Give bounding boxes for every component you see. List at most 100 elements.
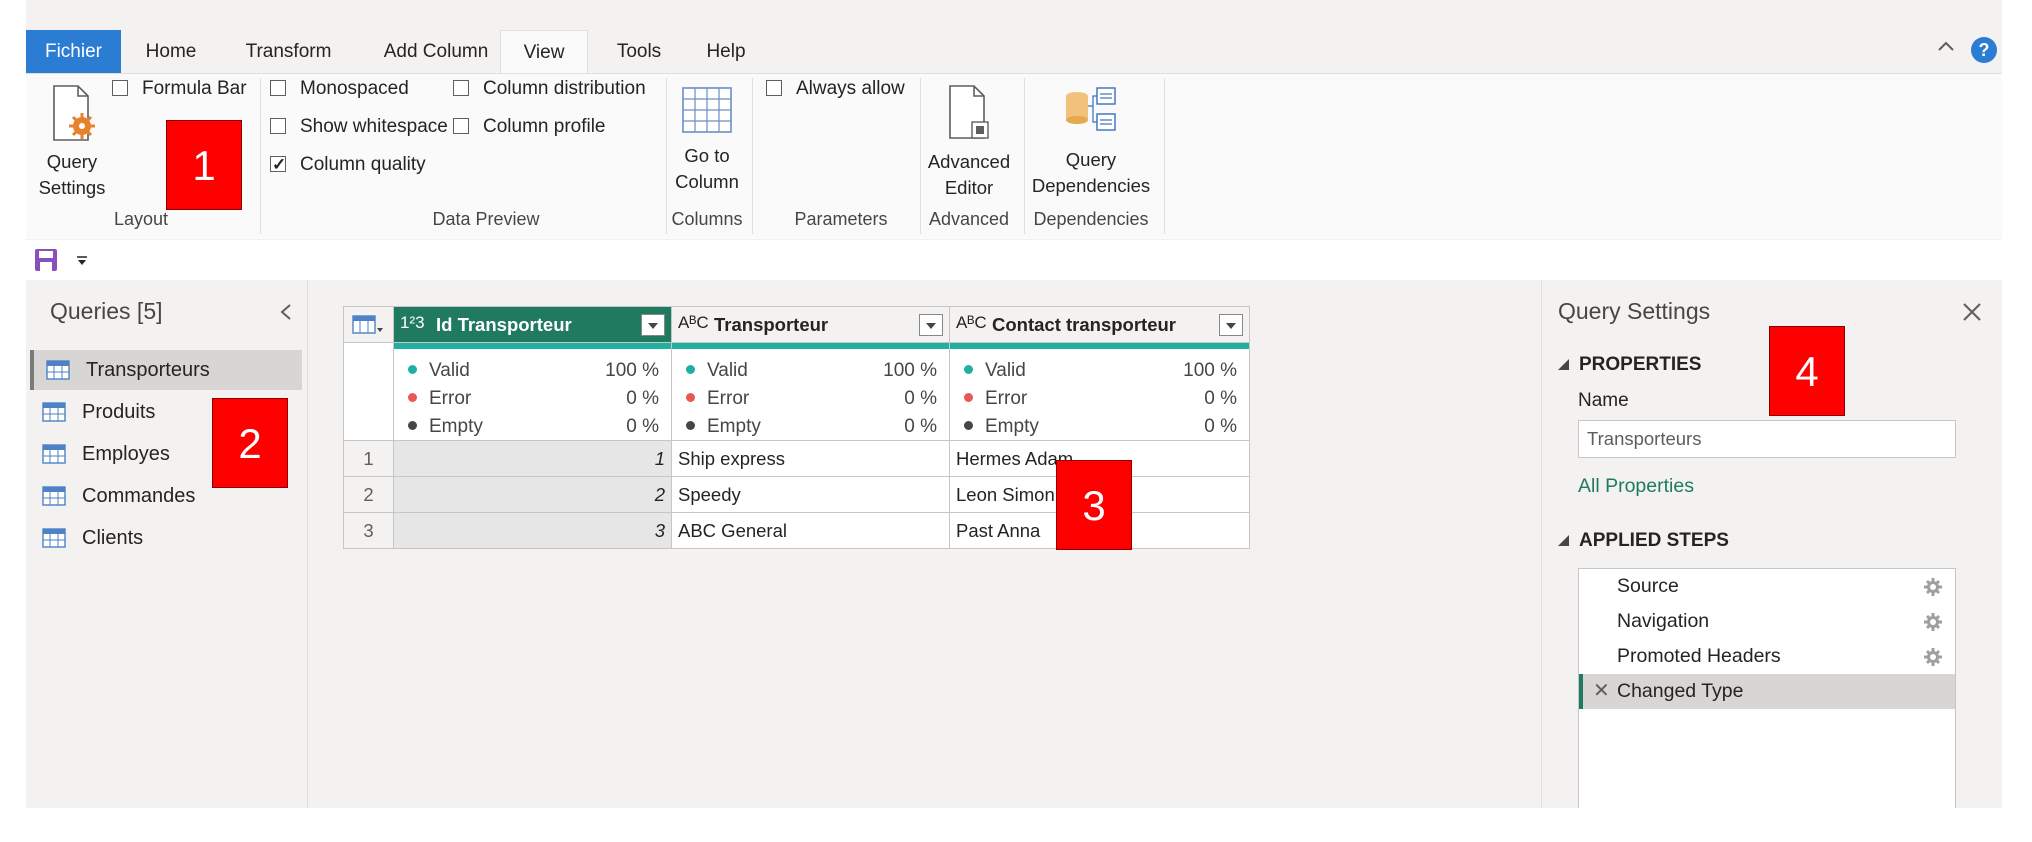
power-query-editor: Fichier Home Transform Add Column View T… xyxy=(26,0,2002,808)
go-to-column-label-1: Go to xyxy=(684,145,730,166)
tab-view[interactable]: View xyxy=(500,30,588,74)
quality-value: 0 % xyxy=(626,388,659,409)
properties-section-header[interactable]: PROPERTIES xyxy=(1558,354,1701,376)
help-icon[interactable]: ? xyxy=(1971,37,1997,63)
collapse-queries-pane-icon[interactable] xyxy=(278,302,294,322)
quality-value: 0 % xyxy=(1204,416,1237,437)
monospaced-checkbox[interactable]: Monospaced xyxy=(270,76,409,102)
quality-label: Error xyxy=(985,388,1028,409)
table-cell[interactable]: 1 xyxy=(393,440,672,477)
applied-step-source[interactable]: Source xyxy=(1579,569,1955,604)
gear-icon[interactable] xyxy=(1923,647,1943,667)
gear-icon[interactable] xyxy=(1923,612,1943,632)
row-number[interactable]: 3 xyxy=(343,512,394,549)
applied-step-changed-type[interactable]: ✕ Changed Type xyxy=(1579,674,1955,709)
collapse-ribbon-icon[interactable] xyxy=(1936,36,1956,56)
text-type-icon[interactable]: AᴮC xyxy=(956,313,987,333)
quality-error-row: Error 0 % xyxy=(408,385,659,413)
query-dependencies-button[interactable]: Query Dependencies xyxy=(1026,84,1156,199)
delete-step-icon[interactable]: ✕ xyxy=(1593,674,1610,709)
table-cell[interactable]: Ship express xyxy=(671,440,950,477)
go-to-column-icon xyxy=(682,87,732,133)
save-icon[interactable] xyxy=(34,248,58,272)
number-type-icon[interactable]: 1²3 xyxy=(400,313,425,333)
quality-valid-row: Valid 100 % xyxy=(686,357,937,385)
group-divider xyxy=(260,78,261,234)
column-filter-dropdown-icon[interactable] xyxy=(919,314,943,336)
column-distribution-checkbox[interactable]: Column distribution xyxy=(453,76,646,102)
group-divider xyxy=(1024,78,1025,234)
quality-value: 0 % xyxy=(626,416,659,437)
column-filter-dropdown-icon[interactable] xyxy=(641,314,665,336)
go-to-column-button[interactable]: Go to Column xyxy=(667,84,747,195)
name-label: Name xyxy=(1578,390,1629,411)
row-number[interactable]: 2 xyxy=(343,476,394,513)
quality-label: Error xyxy=(429,388,472,409)
properties-header-label: PROPERTIES xyxy=(1579,354,1702,375)
applied-step-promoted-headers[interactable]: Promoted Headers xyxy=(1579,639,1955,674)
query-item-transporteurs[interactable]: Transporteurs xyxy=(30,350,302,390)
empty-dot-icon xyxy=(964,421,973,430)
queries-pane: Queries [5] Transporteurs Produits Emplo… xyxy=(26,280,308,808)
table-menu-corner[interactable] xyxy=(343,306,394,343)
tab-add-column[interactable]: Add Column xyxy=(361,30,511,73)
tab-tools[interactable]: Tools xyxy=(599,30,679,73)
formula-bar-checkbox[interactable]: Formula Bar xyxy=(112,76,247,102)
query-item-label: Transporteurs xyxy=(86,359,210,381)
always-allow-checkbox[interactable]: Always allow xyxy=(766,76,905,102)
quality-corner-cell xyxy=(343,342,394,441)
advanced-editor-label-1: Advanced xyxy=(927,151,1011,172)
text-type-icon[interactable]: AᴮC xyxy=(678,313,709,333)
row-number[interactable]: 1 xyxy=(343,440,394,477)
query-item-label: Clients xyxy=(82,527,144,549)
quality-valid-row: Valid 100 % xyxy=(408,357,659,385)
quality-value: 100 % xyxy=(605,360,659,381)
columns-group-label: Columns xyxy=(671,209,743,229)
query-item-clients[interactable]: Clients xyxy=(30,518,302,558)
query-name-input[interactable]: Transporteurs xyxy=(1578,420,1956,458)
applied-step-navigation[interactable]: Navigation xyxy=(1579,604,1955,639)
applied-steps-section-header[interactable]: APPLIED STEPS xyxy=(1558,530,1729,552)
gear-icon[interactable] xyxy=(1923,577,1943,597)
table-cell[interactable]: Speedy xyxy=(671,476,950,513)
quality-bar xyxy=(950,343,1249,349)
quality-label: Empty xyxy=(985,416,1039,437)
table-icon xyxy=(42,444,66,464)
column-header-contact-transporteur[interactable]: AᴮC Contact transporteur xyxy=(949,306,1250,343)
dependencies-group-label: Dependencies xyxy=(1033,209,1149,229)
table-cell[interactable]: ABC General xyxy=(671,512,950,549)
show-whitespace-checkbox[interactable]: Show whitespace xyxy=(270,114,448,140)
tab-help[interactable]: Help xyxy=(686,30,766,73)
tab-fichier[interactable]: Fichier xyxy=(26,30,121,73)
tab-transform[interactable]: Transform xyxy=(226,30,351,73)
customize-toolbar-dropdown-icon[interactable] xyxy=(76,256,88,266)
empty-dot-icon xyxy=(408,421,417,430)
advanced-editor-icon xyxy=(949,85,989,139)
quality-valid-row: Valid 100 % xyxy=(964,357,1237,385)
quality-value: 0 % xyxy=(904,416,937,437)
always-allow-label: Always allow xyxy=(796,78,905,99)
error-dot-icon xyxy=(686,393,695,402)
quality-error-row: Error 0 % xyxy=(686,385,937,413)
column-header-id-transporteur[interactable]: 1²3 Id Transporteur xyxy=(393,306,672,343)
close-icon[interactable] xyxy=(1960,300,1984,324)
query-settings-button[interactable]: Query Settings xyxy=(34,84,110,201)
advanced-editor-button[interactable]: Advanced Editor xyxy=(922,84,1016,201)
column-filter-dropdown-icon[interactable] xyxy=(1219,314,1243,336)
column-profile-checkbox[interactable]: Column profile xyxy=(453,114,606,140)
group-divider xyxy=(920,78,921,234)
query-dependencies-icon xyxy=(1066,87,1116,131)
query-item-label: Employes xyxy=(82,443,170,465)
monospaced-label: Monospaced xyxy=(300,78,409,99)
table-cell[interactable]: 3 xyxy=(393,512,672,549)
column-quality-checkbox[interactable]: Column quality xyxy=(270,152,426,178)
query-item-label: Commandes xyxy=(82,485,196,507)
tab-home[interactable]: Home xyxy=(126,30,216,73)
quality-value: 100 % xyxy=(1183,360,1237,381)
table-cell[interactable]: 2 xyxy=(393,476,672,513)
checkbox-box xyxy=(453,80,469,96)
column-header-transporteur[interactable]: AᴮC Transporteur xyxy=(671,306,950,343)
quality-value: 0 % xyxy=(904,388,937,409)
all-properties-link[interactable]: All Properties xyxy=(1578,475,1694,498)
callout-badge-1: 1 xyxy=(166,120,242,210)
